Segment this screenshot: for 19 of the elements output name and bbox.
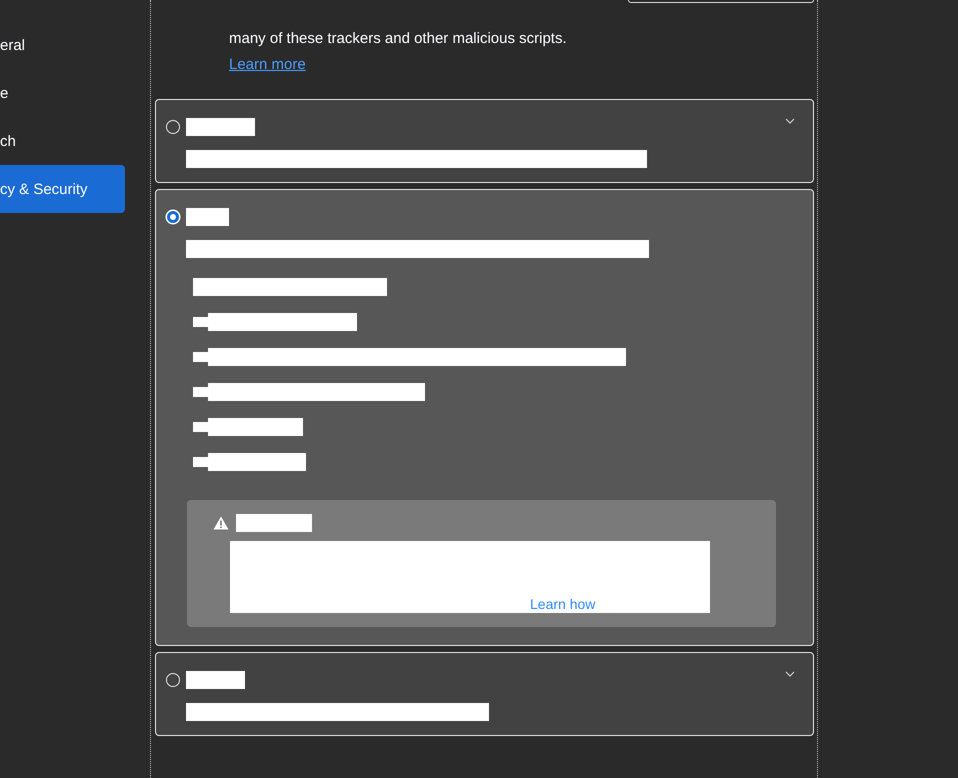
- redaction-block: [186, 671, 245, 689]
- learn-how-link[interactable]: Learn how: [530, 596, 596, 613]
- sidebar-item[interactable]: eral: [0, 21, 125, 69]
- radio-button[interactable]: [166, 120, 180, 134]
- learn-more-link[interactable]: Learn more: [229, 56, 306, 73]
- redaction-block: [186, 118, 255, 136]
- description-text: many of these trackers and other malicious scripts.: [229, 30, 568, 47]
- chevron-down-icon[interactable]: [785, 118, 795, 125]
- option-card[interactable]: [155, 652, 814, 736]
- sidebar-item[interactable]: e: [0, 69, 125, 117]
- radio-button[interactable]: [166, 673, 180, 687]
- sidebar-item[interactable]: cy & Security: [0, 165, 125, 213]
- option-card[interactable]: Learn how: [155, 189, 814, 646]
- sidebar-item[interactable]: ch: [0, 117, 125, 165]
- chevron-down-icon[interactable]: [785, 671, 795, 678]
- dropdown-button[interactable]: [628, 0, 814, 3]
- option-card[interactable]: [155, 99, 814, 183]
- redaction-block: [186, 208, 229, 226]
- warning-icon: [213, 516, 229, 530]
